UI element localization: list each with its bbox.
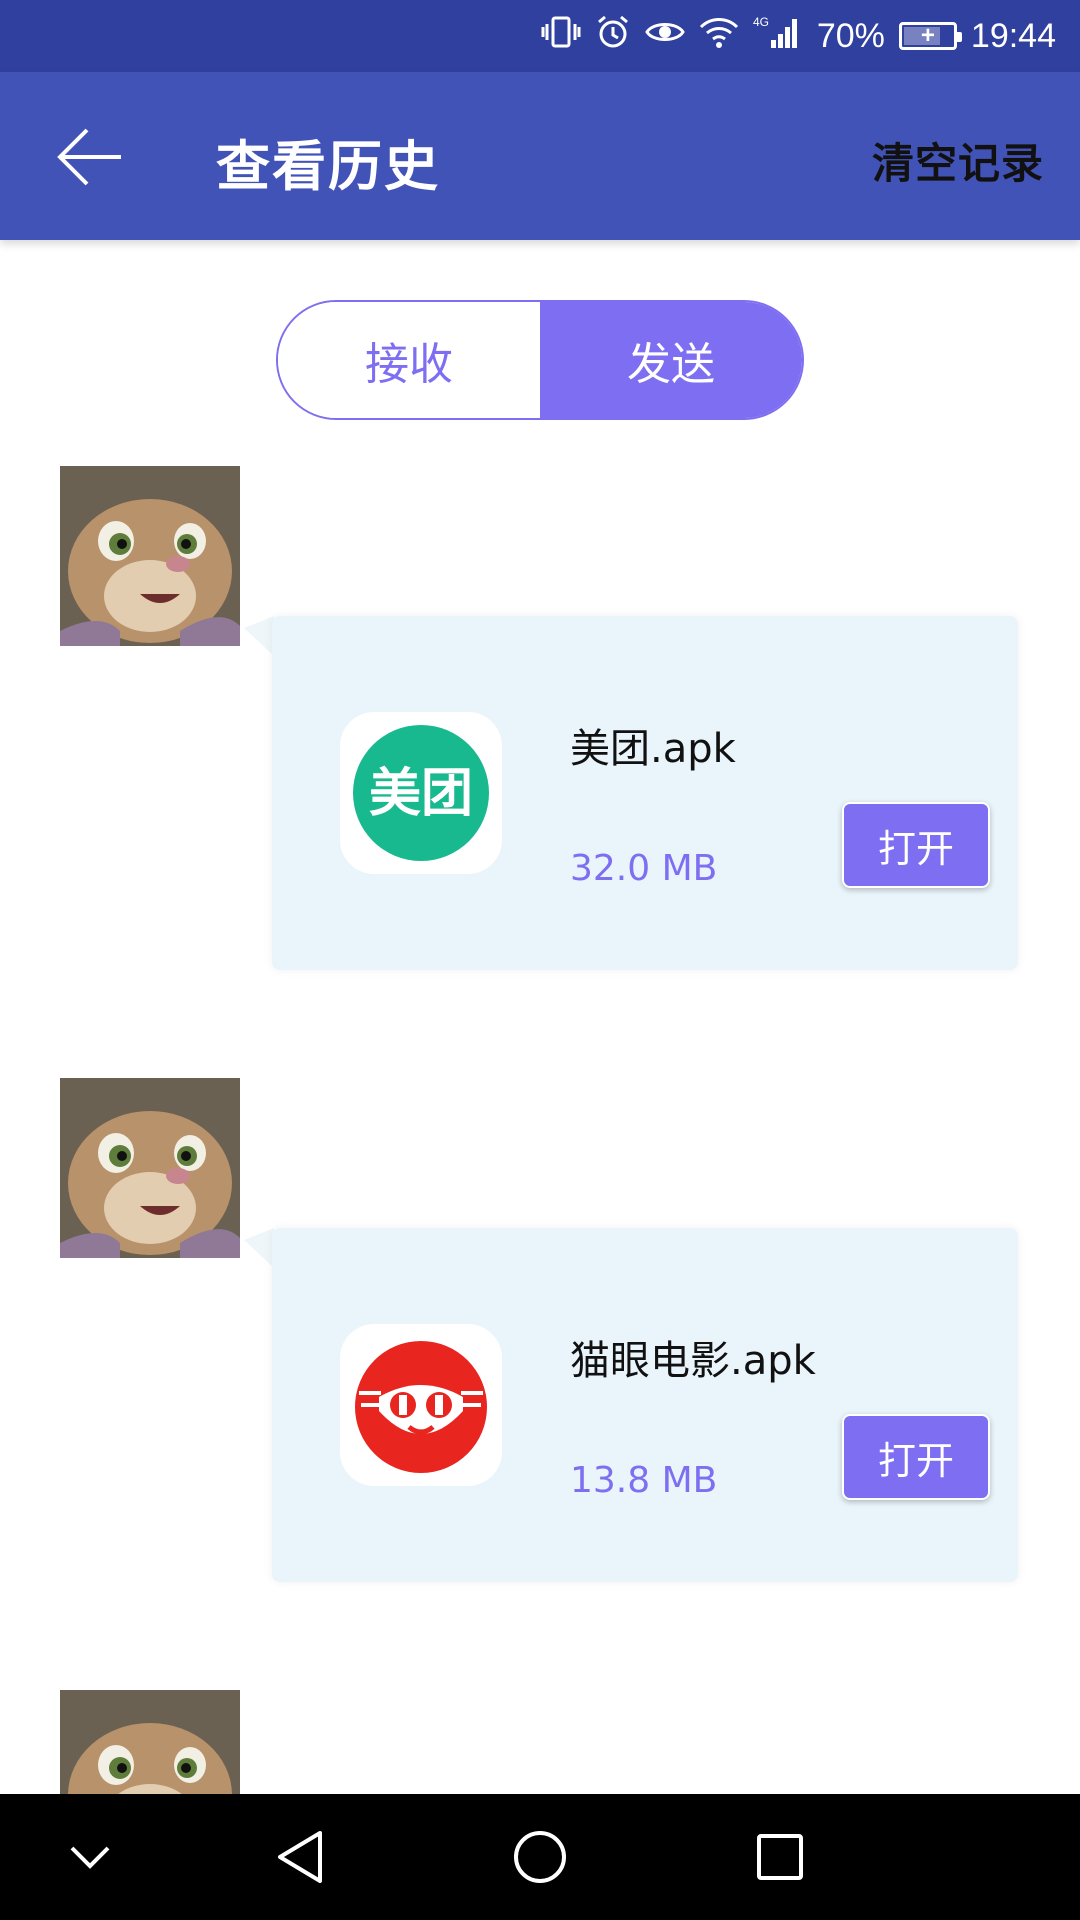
- avatar: [60, 466, 240, 646]
- file-name: 猫眼电影.apk: [570, 1338, 816, 1384]
- wifi-icon: [699, 15, 739, 58]
- file-size: 32.0 MB: [570, 848, 718, 889]
- clear-history-button[interactable]: 清空记录: [872, 130, 1044, 191]
- recents-square-icon: [757, 1834, 803, 1880]
- collapse-button[interactable]: [50, 1822, 130, 1892]
- nav-home-button[interactable]: [500, 1822, 580, 1892]
- back-button[interactable]: [40, 112, 140, 202]
- file-size: 13.8 MB: [570, 1460, 718, 1501]
- tab-receive[interactable]: 接收: [278, 302, 540, 418]
- avatar: [60, 1078, 240, 1258]
- back-arrow-icon: [57, 128, 121, 186]
- chevron-down-icon: [70, 1846, 110, 1869]
- open-button[interactable]: 打开: [842, 802, 990, 888]
- avatar: [60, 1690, 240, 1794]
- vibrate-icon: [541, 15, 581, 58]
- page-title: 查看历史: [216, 135, 440, 198]
- meituan-logo-text: 美团: [369, 764, 473, 824]
- bubble-tail: [244, 616, 274, 656]
- tab-switcher: 接收 发送: [276, 300, 804, 420]
- nav-back-button[interactable]: [260, 1822, 340, 1892]
- status-icons: 4G 70% + 19:44: [541, 0, 1056, 72]
- list-item: 美团 美团.apk 32.0 MB 打开: [0, 466, 1080, 986]
- eye-icon: [645, 17, 685, 56]
- status-bar: 4G 70% + 19:44: [0, 0, 1080, 72]
- alarm-icon: [595, 14, 631, 59]
- file-bubble: 猫眼电影.apk 13.8 MB 打开: [272, 1228, 1018, 1582]
- signal-icon: 4G: [753, 14, 803, 59]
- back-triangle-icon: [278, 1831, 322, 1883]
- file-bubble: 美团 美团.apk 32.0 MB 打开: [272, 616, 1018, 970]
- battery-percent: 70%: [816, 16, 885, 55]
- bubble-tail: [244, 1228, 274, 1268]
- open-button[interactable]: 打开: [842, 1414, 990, 1500]
- meituan-app-icon: 美团: [340, 712, 502, 874]
- app-bar: 查看历史 清空记录: [0, 72, 1080, 240]
- nav-recents-button[interactable]: [740, 1822, 820, 1892]
- navigation-bar: [0, 1794, 1080, 1920]
- network-type-text: 4G: [753, 15, 769, 29]
- battery-icon: +: [898, 22, 962, 50]
- list-item: [0, 1690, 1080, 1794]
- list-item: 猫眼电影.apk 13.8 MB 打开: [0, 1078, 1080, 1598]
- file-name: 美团.apk: [570, 726, 736, 772]
- clock: 19:44: [970, 16, 1056, 55]
- tab-send[interactable]: 发送: [540, 302, 802, 418]
- home-circle-icon: [514, 1831, 566, 1883]
- maoyan-app-icon: [340, 1324, 502, 1486]
